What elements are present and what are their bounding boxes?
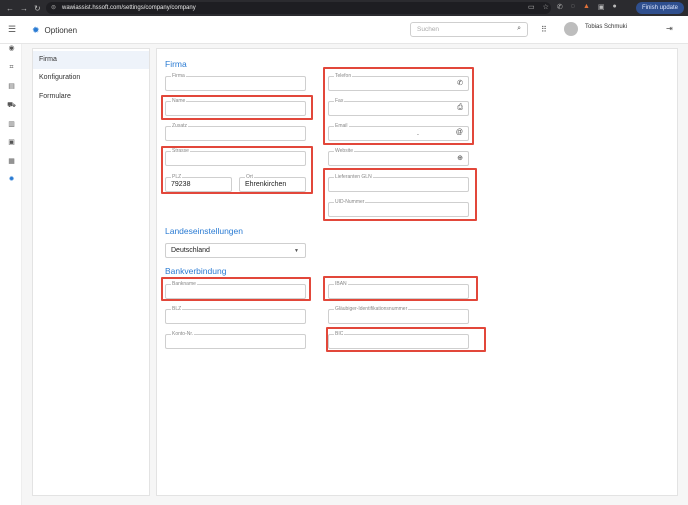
search-icon[interactable]: ⌕ [517, 25, 521, 33]
menu-item-formulare[interactable]: Formulare [33, 88, 149, 106]
briefcase-icon[interactable]: ▤ [6, 82, 17, 92]
forward-icon[interactable]: → [20, 4, 28, 13]
bookmark-star-icon[interactable]: ☆ [543, 3, 549, 11]
section-title-bankverbindung: Bankverbindung [165, 266, 227, 276]
website-label: Website [334, 148, 354, 154]
clipboard-icon[interactable]: ▦ [6, 157, 17, 167]
konto-field[interactable]: Konto-Nr. [165, 331, 306, 349]
highlight-gln-uid [323, 168, 477, 221]
site-info-icon[interactable]: ⊜ [51, 2, 56, 14]
url-text: wawiassist.hssoft.com/settings/company/c… [62, 5, 196, 11]
nav-rail: ◉ ⌗ ▤ ⛟ ▥ ▣ ▦ ✹ [0, 44, 22, 505]
section-title-landeseinstellungen: Landeseinstellungen [165, 226, 243, 236]
zusatz-field[interactable]: Zusatz [165, 123, 306, 141]
logout-icon[interactable]: ⇥ [666, 24, 673, 33]
browser-extension-icons: ▭ ☆ ✆ ◌ ▲ ▣ ● [528, 3, 617, 11]
user-icon[interactable]: ◉ [6, 44, 17, 54]
chevron-down-icon: ▼ [294, 248, 299, 254]
browser-nav: ← → ↻ [0, 4, 41, 13]
firma-label: Firma [171, 73, 186, 79]
reload-icon[interactable]: ↻ [34, 4, 41, 13]
profile-icon[interactable]: ● [613, 3, 617, 11]
menu-item-konfiguration[interactable]: Konfiguration [33, 69, 149, 87]
back-icon[interactable]: ← [6, 4, 14, 13]
apps-grid-icon[interactable]: ⠿ [541, 25, 547, 34]
blz-label: BLZ [171, 306, 183, 312]
gear-icon: ✹ [32, 25, 40, 35]
search-placeholder: Suchen [417, 26, 440, 33]
finish-update-button[interactable]: Finish update [635, 2, 684, 14]
puzzle-icon[interactable]: ▣ [598, 3, 605, 11]
page-title: Optionen [44, 26, 78, 35]
blz-field[interactable]: BLZ [165, 306, 306, 324]
menu-icon[interactable]: ☰ [8, 24, 16, 35]
website-field[interactable]: Website ⊕ [328, 148, 469, 166]
highlight-bankname [161, 277, 311, 301]
konto-label: Konto-Nr. [171, 331, 195, 337]
gear-icon[interactable]: ✹ [6, 175, 17, 185]
glaeubiger-field[interactable]: Gläubiger-Identifikationsnummer [328, 306, 469, 324]
highlight-name [161, 95, 313, 120]
zusatz-label: Zusatz [171, 123, 189, 129]
globe-icon: ⊕ [457, 155, 463, 162]
truck-icon[interactable]: ▥ [6, 120, 17, 130]
highlight-contact [323, 67, 474, 145]
browser-toolbar: ← → ↻ ⊜ wawiassist.hssoft.com/settings/c… [0, 0, 688, 16]
section-title-firma: Firma [165, 59, 187, 69]
highlight-iban [323, 276, 478, 301]
page-title-area: ✹ Optionen [32, 25, 77, 36]
settings-menu: Firma Konfiguration Formulare [32, 48, 150, 496]
country-value: Deutschland [171, 247, 210, 254]
money-icon[interactable]: ▣ [6, 138, 17, 148]
scan-icon[interactable]: ⌗ [6, 63, 17, 73]
alert-extension-icon[interactable]: ▲ [583, 3, 590, 11]
country-select[interactable]: Deutschland ▼ [165, 243, 306, 258]
cart-icon[interactable]: ⛟ [6, 101, 17, 111]
extension-icon[interactable]: ◌ [571, 3, 575, 11]
highlight-bic [326, 327, 486, 352]
highlight-address [161, 146, 313, 194]
phone-extension-icon[interactable]: ✆ [557, 3, 563, 11]
user-name: Tobias Schmuki [585, 24, 628, 30]
search-input[interactable]: Suchen ⌕ [410, 22, 528, 37]
address-bar[interactable]: ⊜ wawiassist.hssoft.com/settings/company… [46, 2, 551, 14]
glaeubiger-label: Gläubiger-Identifikationsnummer [334, 306, 409, 312]
menu-item-firma[interactable]: Firma [33, 51, 149, 69]
app-header: ☰ ✹ Optionen Suchen ⌕ ⠿ Tobias Schmuki ⇥ [0, 16, 688, 44]
firma-field[interactable]: Firma [165, 73, 306, 91]
avatar[interactable] [564, 22, 578, 36]
install-icon[interactable]: ▭ [528, 3, 535, 11]
